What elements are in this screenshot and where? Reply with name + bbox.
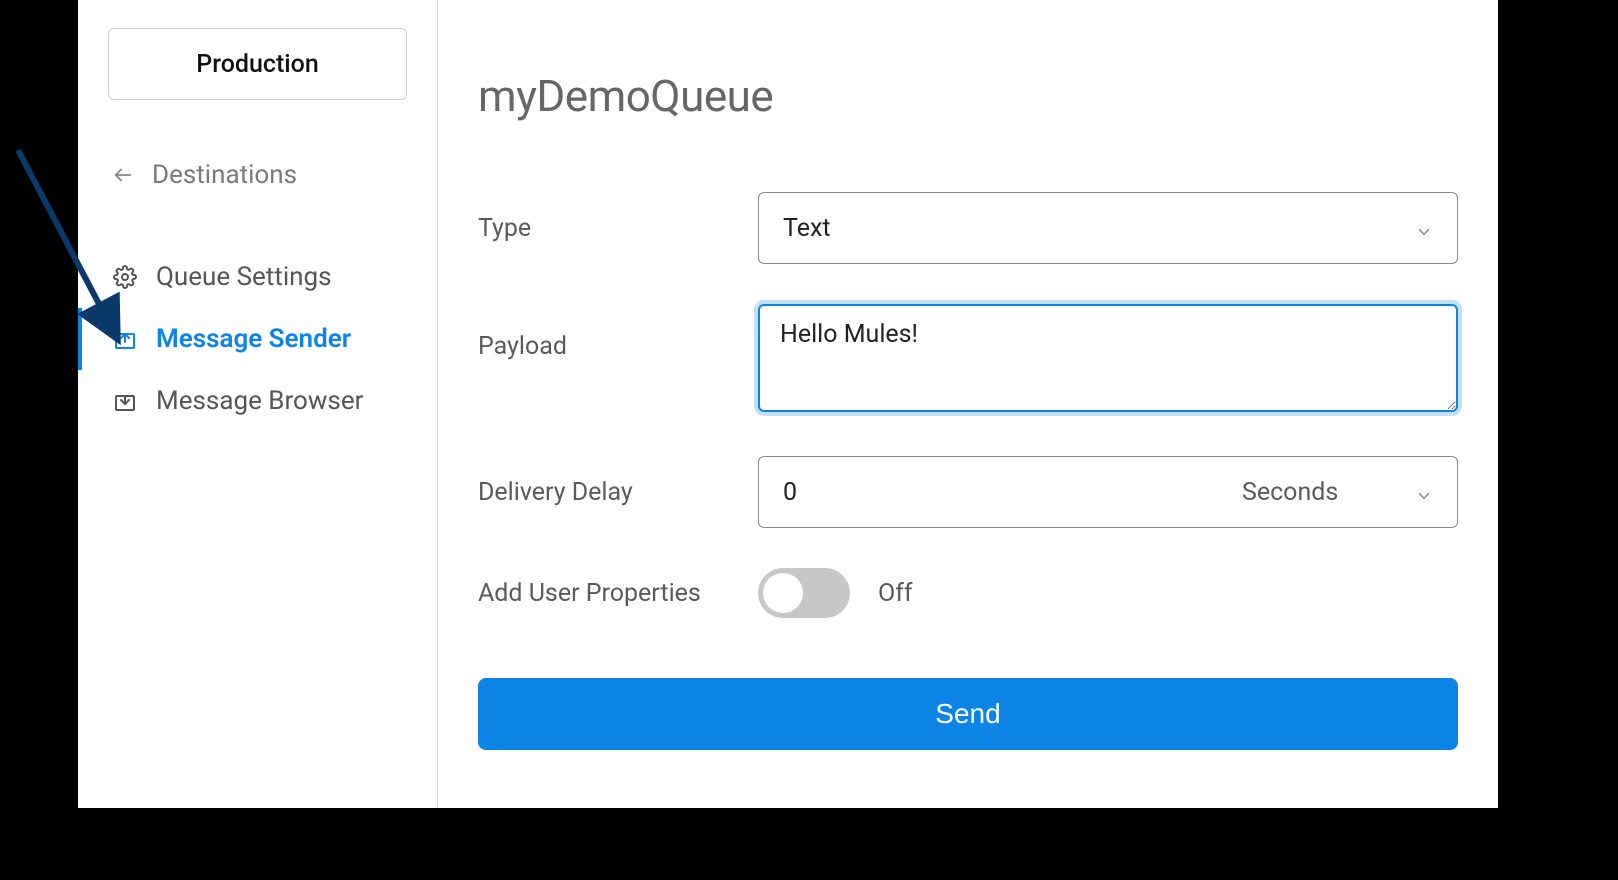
sidebar-item-label: Message Sender	[156, 324, 351, 354]
sidebar-item-message-sender[interactable]: Message Sender	[78, 308, 437, 370]
payload-textarea[interactable]	[758, 304, 1458, 412]
user-properties-toggle[interactable]	[758, 568, 850, 618]
row-type: Type Text	[478, 192, 1458, 264]
environment-selector[interactable]: Production	[108, 28, 407, 100]
gear-icon	[112, 264, 138, 290]
row-user-properties: Add User Properties Off	[478, 568, 1458, 618]
type-select[interactable]: Text	[758, 192, 1458, 264]
send-out-icon	[112, 326, 138, 352]
delivery-delay-unit-value: Seconds	[1242, 478, 1338, 507]
sidebar-item-queue-settings[interactable]: Queue Settings	[78, 246, 437, 308]
environment-label: Production	[196, 50, 319, 79]
back-destinations[interactable]: Destinations	[78, 160, 437, 190]
sidebar-item-label: Message Browser	[156, 386, 363, 416]
page-title: myDemoQueue	[478, 70, 1458, 122]
back-label: Destinations	[152, 160, 297, 190]
chevron-down-icon	[1415, 219, 1433, 237]
type-label: Type	[478, 214, 758, 243]
sidebar-item-message-browser[interactable]: Message Browser	[78, 370, 437, 432]
user-properties-state: Off	[878, 579, 913, 608]
arrow-left-icon	[112, 164, 134, 186]
send-button[interactable]: Send	[478, 678, 1458, 750]
chevron-down-icon	[1415, 483, 1433, 501]
send-button-label: Send	[935, 698, 1000, 729]
delivery-delay-label: Delivery Delay	[478, 478, 758, 507]
main-panel: myDemoQueue Type Text Payload	[438, 0, 1498, 808]
sidebar-item-label: Queue Settings	[156, 262, 332, 292]
delivery-delay-input[interactable]	[758, 456, 1218, 528]
inbox-icon	[112, 388, 138, 414]
user-properties-label: Add User Properties	[478, 579, 758, 608]
payload-label: Payload	[478, 304, 758, 361]
type-select-value: Text	[783, 214, 831, 243]
app-frame: Production Destinations Queue Settings M…	[78, 0, 1498, 808]
delivery-delay-unit-select[interactable]: Seconds	[1218, 456, 1458, 528]
toggle-knob	[763, 573, 803, 613]
row-payload: Payload	[478, 304, 1458, 416]
row-delivery-delay: Delivery Delay Seconds	[478, 456, 1458, 528]
sidebar: Production Destinations Queue Settings M…	[78, 0, 438, 808]
